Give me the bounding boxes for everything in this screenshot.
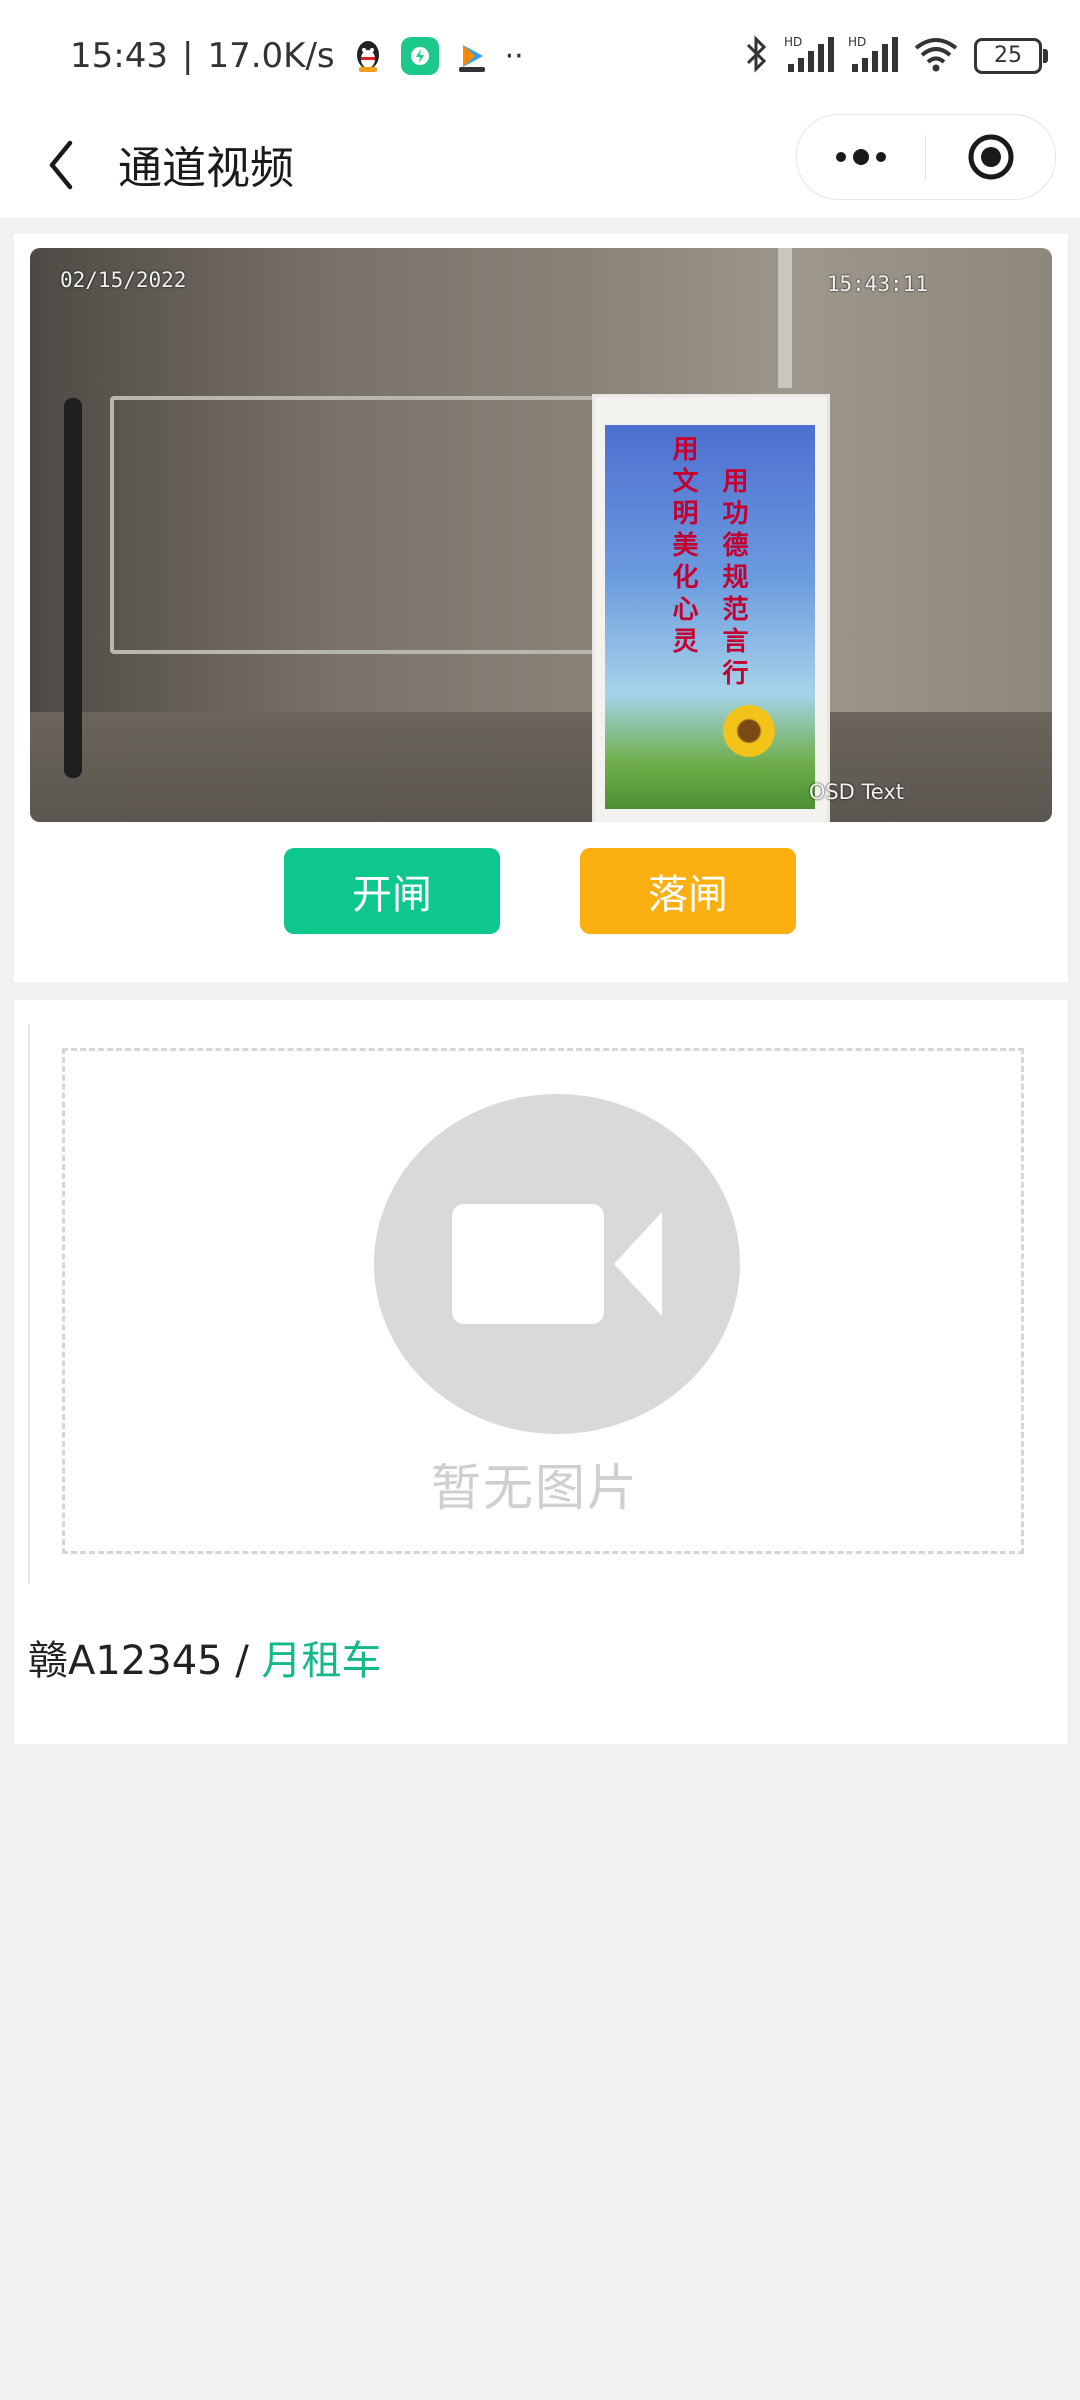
video-gate-post xyxy=(64,398,82,778)
status-time: 15:43 xyxy=(70,36,168,76)
open-gate-button[interactable]: 开闸 xyxy=(284,848,500,934)
video-app-icon xyxy=(453,37,491,75)
plate-separator: / xyxy=(222,1638,262,1684)
signal-hd-icon: HD xyxy=(784,34,834,78)
snapshot-card: 暂无图片 赣A12345 / 月租车 xyxy=(14,1000,1068,1744)
app-shield-icon xyxy=(400,37,439,75)
live-video[interactable]: 用文明美化心灵 用功德规范言行 02/15/2022 15:43:11 OSD … xyxy=(30,248,1052,822)
status-left: 15:43 | 17.0K/s ·· xyxy=(70,36,524,76)
snapshot-area[interactable]: 暂无图片 xyxy=(28,1024,1040,1584)
vehicle-type: 月租车 xyxy=(261,1638,382,1684)
bluetooth-icon xyxy=(744,34,770,78)
video-floor xyxy=(30,712,1052,822)
poster-line-2: 用功德规范言行 xyxy=(718,467,748,691)
close-gate-button[interactable]: 落闸 xyxy=(580,848,796,934)
video-poster: 用文明美化心灵 用功德规范言行 xyxy=(605,425,815,809)
no-image-circle xyxy=(374,1094,740,1434)
svg-text:HD: HD xyxy=(784,35,802,49)
video-poster-stand: 用文明美化心灵 用功德规范言行 xyxy=(592,394,830,822)
osd-time: 15:43:11 xyxy=(826,272,928,296)
sunflower-icon xyxy=(719,701,779,761)
video-gate-frame xyxy=(110,396,598,654)
plate-info: 赣A12345 / 月租车 xyxy=(28,1628,382,1686)
qq-icon xyxy=(349,37,387,75)
more-dots-icon xyxy=(836,149,886,165)
status-right: HD HD 25 xyxy=(744,34,1048,78)
signal-hd-icon-2: HD xyxy=(848,34,898,78)
network-speed: 17.0K/s xyxy=(207,36,335,76)
close-miniprogram-button[interactable] xyxy=(927,115,1055,199)
status-divider: | xyxy=(181,36,194,76)
page-title: 通道视频 xyxy=(118,143,294,194)
video-camera-icon xyxy=(452,1204,604,1324)
osd-date: 02/15/2022 xyxy=(60,268,187,292)
plate-number: 赣A12345 xyxy=(28,1638,223,1684)
svg-text:HD: HD xyxy=(848,35,866,49)
nav-bar: 通道视频 xyxy=(0,110,1080,218)
capsule-divider xyxy=(925,135,926,179)
more-button[interactable] xyxy=(797,115,925,199)
battery-icon: 25 xyxy=(974,38,1048,74)
status-bar: 15:43 | 17.0K/s ·· HD HD 25 xyxy=(0,0,1080,110)
video-pipe xyxy=(778,248,792,388)
wifi-icon xyxy=(912,34,960,78)
video-card: 用文明美化心灵 用功德规范言行 02/15/2022 15:43:11 OSD … xyxy=(14,234,1068,982)
target-circle-icon xyxy=(968,134,1014,180)
miniprogram-capsule xyxy=(796,114,1056,200)
osd-text: OSD Text xyxy=(808,780,904,804)
video-camera-lens-icon xyxy=(614,1212,662,1316)
back-button[interactable] xyxy=(36,130,86,200)
chevron-left-icon xyxy=(49,140,73,190)
poster-line-1: 用文明美化心灵 xyxy=(668,435,698,659)
no-image-label: 暂无图片 xyxy=(431,1459,639,1517)
more-notifications-icon: ·· xyxy=(504,38,524,74)
